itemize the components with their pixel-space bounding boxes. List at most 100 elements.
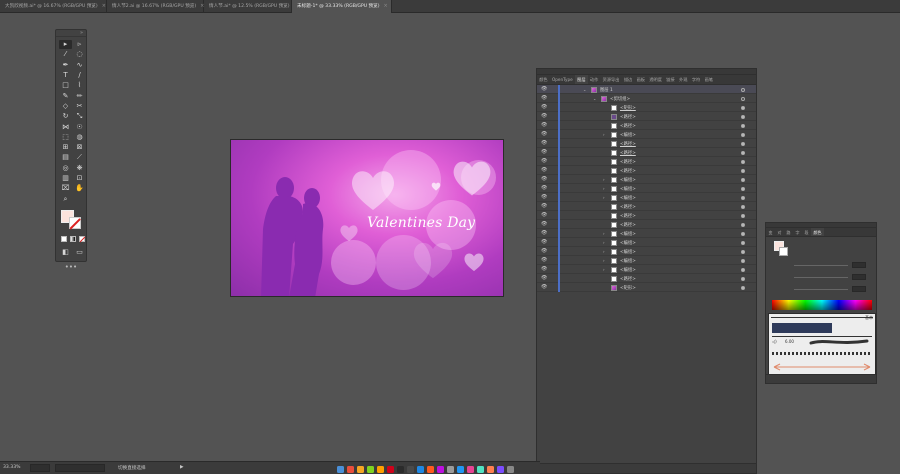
scissors-icon[interactable]: ✂: [73, 102, 86, 111]
edit-toolbar-button[interactable]: •••: [56, 263, 86, 271]
layer-row[interactable]: 👁︎ › <编组>: [537, 193, 756, 202]
layer-name[interactable]: <编组>: [620, 177, 636, 183]
layer-name[interactable]: <编组>: [620, 132, 636, 138]
layer-row[interactable]: 👁︎ <路径>: [537, 112, 756, 121]
layer-row[interactable]: 👁︎ <路径>: [537, 139, 756, 148]
stroke-swatch[interactable]: [779, 247, 788, 256]
target-circle-icon[interactable]: [741, 123, 745, 128]
brush-stroke-preview[interactable]: [809, 337, 869, 347]
visibility-eye-icon[interactable]: 👁︎: [541, 86, 548, 92]
layer-name[interactable]: <编组>: [620, 231, 636, 237]
color-mode-icon[interactable]: [61, 235, 67, 242]
visibility-eye-icon[interactable]: 👁︎: [541, 194, 548, 200]
app-icon[interactable]: [417, 466, 424, 473]
layer-row[interactable]: 👁︎ › <编组>: [537, 130, 756, 139]
layer-name[interactable]: <编组>: [620, 240, 636, 246]
layer-row[interactable]: 👁︎ <路径>: [537, 274, 756, 283]
paintbrush-icon[interactable]: ⌇: [73, 81, 86, 90]
layer-row[interactable]: 👁︎ ⌄ <剪切组>: [537, 94, 756, 103]
layers-tab[interactable]: 透明度: [647, 75, 664, 84]
layer-row[interactable]: 👁︎ <路径>: [537, 220, 756, 229]
document-tab[interactable]: 情人节.ai* @ 12.5% (RGB/GPU 预览)×: [204, 0, 298, 13]
color-tab[interactable]: 段: [802, 228, 811, 236]
visibility-eye-icon[interactable]: 👁︎: [541, 212, 548, 218]
screen-mode-icon[interactable]: ▭: [73, 248, 86, 257]
layers-tab[interactable]: 图层: [574, 75, 588, 84]
visibility-eye-icon[interactable]: 👁︎: [541, 95, 548, 101]
app-icon[interactable]: [367, 466, 374, 473]
layers-tab[interactable]: OpenType: [550, 75, 575, 84]
artboard-icon[interactable]: ⊡: [73, 174, 86, 183]
layer-name[interactable]: <路径>: [620, 114, 636, 120]
curvature-icon[interactable]: ∿: [73, 61, 86, 70]
document-tab[interactable]: 情人节2.ai @ 16.67% (RGB/GPU 预览) ×: [107, 0, 204, 13]
expand-right-icon[interactable]: ›: [603, 267, 605, 272]
color-slider[interactable]: [766, 259, 876, 271]
expand-right-icon[interactable]: ›: [603, 240, 605, 245]
target-circle-icon[interactable]: [741, 267, 745, 272]
target-circle-icon[interactable]: [741, 96, 745, 101]
artboard-canvas[interactable]: Valentines Day: [230, 139, 504, 297]
layer-name[interactable]: <矩形>: [620, 105, 636, 111]
close-tab-icon[interactable]: ×: [102, 0, 106, 13]
target-circle-icon[interactable]: [741, 258, 745, 263]
column-graph-icon[interactable]: ▥: [59, 174, 72, 183]
document-tab[interactable]: 未标题-1* @ 33.33% (RGB/GPU 预览) ×: [292, 0, 392, 13]
layer-name[interactable]: <路径>: [620, 213, 636, 219]
visibility-eye-icon[interactable]: 👁︎: [541, 284, 548, 290]
shaper-icon[interactable]: ✎: [59, 91, 72, 100]
target-circle-icon[interactable]: [741, 195, 745, 200]
app-icon[interactable]: [357, 466, 364, 473]
visibility-eye-icon[interactable]: 👁︎: [541, 158, 548, 164]
app-icon[interactable]: [437, 466, 444, 473]
scale-icon[interactable]: ⤡: [73, 112, 86, 121]
layers-tab[interactable]: 字符: [690, 75, 703, 84]
app-icon[interactable]: [407, 466, 414, 473]
app-icon[interactable]: [487, 466, 494, 473]
app-icon[interactable]: [397, 466, 404, 473]
layer-name[interactable]: <剪切组>: [610, 96, 630, 102]
layer-name[interactable]: <路径>: [620, 141, 636, 147]
hand-icon[interactable]: ✋: [73, 184, 86, 193]
blend-icon[interactable]: ◎: [59, 164, 72, 173]
brush-swatch-row[interactable]: [772, 323, 832, 333]
layer-row[interactable]: 👁︎ › <编组>: [537, 184, 756, 193]
layer-name[interactable]: <路径>: [620, 168, 636, 174]
layers-tab[interactable]: 资源导出: [600, 75, 621, 84]
free-transform-icon[interactable]: ⬚: [59, 133, 72, 142]
layer-row[interactable]: 👁︎ › <编组>: [537, 265, 756, 274]
layer-row[interactable]: 👁︎ ⌄ 图层 1: [537, 85, 756, 94]
lasso-icon[interactable]: ◌: [73, 50, 86, 59]
none-mode-icon[interactable]: [79, 235, 85, 242]
layer-name[interactable]: <路径>: [620, 123, 636, 129]
layer-name[interactable]: <路径>: [620, 159, 636, 165]
layer-name[interactable]: <编组>: [620, 258, 636, 264]
layers-tab[interactable]: 画笔: [702, 75, 715, 84]
layer-name[interactable]: <编组>: [620, 267, 636, 273]
app-icon[interactable]: [497, 466, 504, 473]
layer-row[interactable]: 👁︎ <路径>: [537, 211, 756, 220]
expand-down-icon[interactable]: ⌄: [583, 87, 586, 92]
app-icon[interactable]: [457, 466, 464, 473]
shape-builder-icon[interactable]: ◍: [73, 133, 86, 142]
line-icon[interactable]: /: [73, 71, 86, 80]
brush-arrow-stroke[interactable]: [772, 362, 872, 372]
target-circle-icon[interactable]: [741, 285, 745, 290]
layer-name[interactable]: <编组>: [620, 249, 636, 255]
status-menu-arrow-icon[interactable]: ▶: [180, 465, 184, 470]
layers-tab[interactable]: 画板: [634, 75, 647, 84]
app-icon[interactable]: [387, 466, 394, 473]
slider-value-field[interactable]: [852, 274, 866, 280]
width-icon[interactable]: ⋈: [59, 122, 72, 131]
color-tab[interactable]: 颜色: [811, 228, 824, 236]
zoom-level[interactable]: 33.33%: [3, 465, 21, 470]
layer-row[interactable]: 👁︎ <路径>: [537, 157, 756, 166]
magic-wand-icon[interactable]: ⁄: [59, 50, 72, 59]
layer-row[interactable]: 👁︎ <路径>: [537, 166, 756, 175]
color-slider[interactable]: [766, 271, 876, 283]
visibility-eye-icon[interactable]: 👁︎: [541, 131, 548, 137]
target-circle-icon[interactable]: [741, 186, 745, 191]
expand-right-icon[interactable]: ›: [603, 231, 605, 236]
visibility-eye-icon[interactable]: 👁︎: [541, 203, 548, 209]
color-tab[interactable]: 变: [766, 228, 775, 236]
